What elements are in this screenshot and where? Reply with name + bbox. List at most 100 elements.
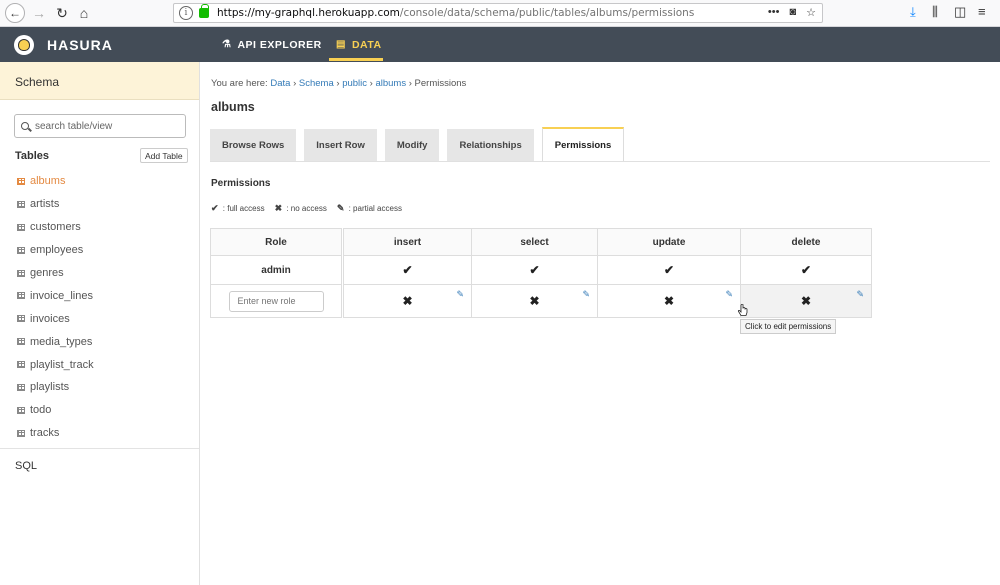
page-title: albums [211, 100, 255, 114]
nav-api-explorer-label: API EXPLORER [237, 38, 322, 51]
table-row: admin ✔ ✔ ✔ ✔ [210, 255, 872, 285]
sidebar-item-invoices[interactable]: invoices [17, 307, 94, 330]
permission-cell-new-update[interactable]: ✖ ✎ [597, 284, 741, 318]
reload-icon[interactable]: ↻ [52, 3, 72, 23]
pocket-icon[interactable]: ◙ [789, 6, 796, 19]
search-icon [21, 122, 29, 130]
sidebar-item-playlist-track[interactable]: playlist_track [17, 353, 94, 376]
new-role-input[interactable] [228, 290, 324, 312]
sidebar-schema-header[interactable]: Schema [0, 62, 199, 100]
table-icon [17, 338, 25, 346]
cross-icon: ✖ [402, 294, 413, 308]
sidebar-item-playlists[interactable]: playlists [17, 376, 94, 399]
table-row: ✖✎ ✖✎ ✖✎ ✖✎ [210, 284, 872, 318]
pencil-icon[interactable]: ✎ [456, 289, 464, 300]
pencil-icon[interactable]: ✎ [856, 289, 864, 300]
sidebar-item-employees[interactable]: employees [17, 239, 94, 262]
cross-icon: ✖ [529, 294, 540, 308]
table-header-row: Role insert select update delete [210, 228, 872, 256]
info-icon[interactable]: i [179, 6, 193, 20]
permission-cell-admin-insert[interactable]: ✔ [342, 255, 472, 285]
permission-cell-admin-update[interactable]: ✔ [597, 255, 741, 285]
table-icon [17, 429, 25, 437]
lock-icon [199, 4, 209, 18]
table-icon [17, 292, 25, 300]
mouse-pointer-icon [737, 304, 748, 316]
download-icon[interactable]: ⤓ [910, 4, 916, 20]
permission-cell-new-delete[interactable]: ✖ ✎ [740, 284, 872, 318]
back-arrow-icon[interactable]: ← [5, 3, 25, 23]
check-icon: ✔ [529, 263, 540, 277]
column-header-delete: delete [740, 228, 872, 256]
permission-cell-new-insert[interactable]: ✖ ✎ [342, 284, 472, 318]
pencil-icon[interactable]: ✎ [725, 289, 733, 300]
role-cell: admin [210, 255, 344, 285]
library-icon[interactable]: ⫼ [932, 4, 938, 20]
new-role-cell [210, 284, 344, 318]
table-icon [17, 246, 25, 254]
sidebar-item-tracks[interactable]: tracks [17, 422, 94, 445]
brand-name: HASURA [47, 37, 113, 53]
cross-icon: ✖ [274, 203, 283, 213]
divider [0, 448, 199, 449]
edit-icon: ✎ [336, 203, 345, 213]
database-icon: ▤ [336, 39, 346, 50]
tab-modify[interactable]: Modify [384, 129, 440, 161]
sidebar: Schema search table/view Tables Add Tabl… [0, 62, 200, 585]
app-header: HASURA ⚗ API EXPLORER ▤ DATA [0, 27, 1000, 62]
home-icon[interactable]: ⌂ [74, 3, 94, 23]
breadcrumb-public[interactable]: public [342, 78, 367, 89]
tab-browse-rows[interactable]: Browse Rows [210, 129, 297, 161]
permissions-table: Role insert select update delete admin ✔… [210, 228, 872, 318]
search-placeholder: search table/view [35, 120, 113, 132]
url-bar[interactable]: i https://my-graphql.herokuapp.com/conso… [173, 3, 823, 23]
tables-heading: Tables [15, 150, 50, 162]
check-icon: ✔ [211, 203, 219, 213]
column-header-select: select [471, 228, 598, 256]
table-icon [17, 383, 25, 391]
sidebar-item-media-types[interactable]: media_types [17, 330, 94, 353]
cross-icon: ✖ [663, 294, 675, 308]
sidebar-item-customers[interactable]: customers [17, 216, 94, 239]
nav-api-explorer[interactable]: ⚗ API EXPLORER [222, 27, 322, 62]
divider [210, 161, 990, 162]
sidebar-item-artists[interactable]: artists [17, 193, 94, 216]
check-icon: ✔ [402, 263, 413, 277]
page-actions-icon[interactable]: ••• [768, 6, 780, 19]
permission-cell-admin-delete[interactable]: ✔ [740, 255, 872, 285]
search-input[interactable]: search table/view [14, 114, 186, 138]
breadcrumb-schema[interactable]: Schema [299, 78, 334, 89]
hasura-logo-icon[interactable] [14, 35, 34, 55]
tab-bar: Browse Rows Insert Row Modify Relationsh… [210, 127, 625, 161]
tab-insert-row[interactable]: Insert Row [304, 129, 377, 161]
active-nav-indicator [329, 58, 383, 61]
sidebar-item-genres[interactable]: genres [17, 262, 94, 285]
check-icon: ✔ [800, 263, 812, 277]
table-icon [17, 361, 25, 369]
sidebar-item-invoice-lines[interactable]: invoice_lines [17, 284, 94, 307]
pencil-icon[interactable]: ✎ [582, 289, 590, 300]
flask-icon: ⚗ [222, 39, 232, 50]
nav-data-label: DATA [351, 38, 382, 51]
sidebar-item-albums[interactable]: albums [17, 170, 94, 193]
breadcrumb-albums[interactable]: albums [375, 78, 406, 89]
sidebar-item-todo[interactable]: todo [17, 399, 94, 422]
tooltip: Click to edit permissions [740, 319, 837, 334]
column-header-update: update [597, 228, 741, 256]
menu-icon[interactable]: ≡ [978, 4, 986, 19]
tab-relationships[interactable]: Relationships [447, 129, 534, 161]
add-table-button[interactable]: Add Table [140, 148, 188, 163]
bookmark-star-icon[interactable]: ☆ [806, 6, 816, 19]
check-icon: ✔ [663, 263, 675, 277]
tab-permissions[interactable]: Permissions [541, 127, 625, 161]
table-icon [17, 200, 25, 208]
sidebar-toggle-icon[interactable]: ◫ [954, 4, 966, 20]
table-icon [17, 269, 25, 277]
url-text[interactable]: https://my-graphql.herokuapp.com/console… [217, 7, 694, 19]
permission-cell-admin-select[interactable]: ✔ [471, 255, 598, 285]
forward-arrow-icon[interactable]: → [29, 3, 49, 23]
breadcrumb-data[interactable]: Data [270, 78, 290, 89]
permission-cell-new-select[interactable]: ✖ ✎ [471, 284, 598, 318]
nav-data[interactable]: ▤ DATA [336, 27, 382, 62]
sidebar-item-sql[interactable]: SQL [15, 460, 37, 472]
